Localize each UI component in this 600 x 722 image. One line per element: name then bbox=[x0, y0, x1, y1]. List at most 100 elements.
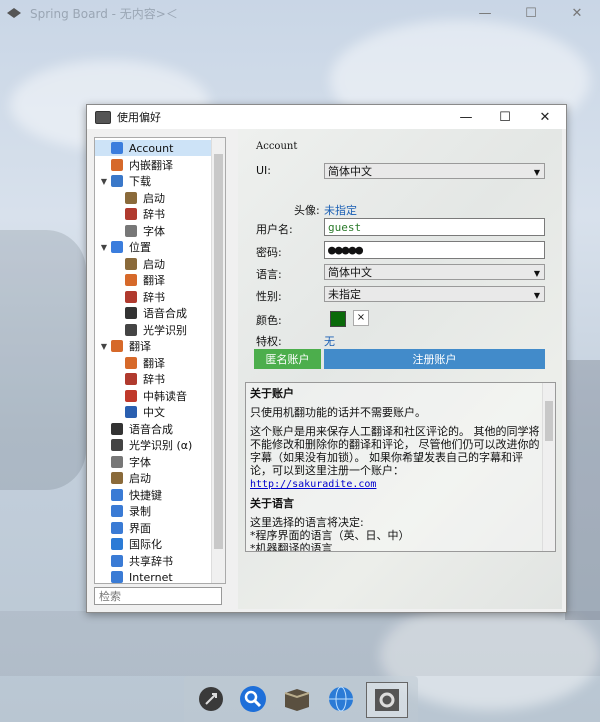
color-swatch[interactable] bbox=[330, 311, 346, 327]
tree-item[interactable]: 辞书 bbox=[95, 206, 211, 222]
tree-item-label: 共享辞书 bbox=[129, 554, 173, 568]
dictionary-icon bbox=[125, 373, 137, 385]
close-button[interactable]: ✕ bbox=[554, 0, 600, 26]
tree-item[interactable]: 光学识别 bbox=[95, 322, 211, 338]
tree-item-label: 字体 bbox=[143, 224, 165, 238]
tree-item[interactable]: 启动 bbox=[95, 256, 211, 272]
dictionary-icon bbox=[125, 290, 137, 303]
tree-item[interactable]: 辞书 bbox=[95, 289, 211, 305]
dialog-close-button[interactable]: ✕ bbox=[525, 105, 565, 129]
color-label: 颜色: bbox=[256, 314, 282, 327]
language-bullet-ui: *程序界面的语言（英、日、中） bbox=[250, 529, 410, 542]
password-field[interactable]: ●●●●● bbox=[324, 241, 545, 259]
settings-icon[interactable] bbox=[366, 682, 408, 718]
dock-bar bbox=[184, 676, 418, 722]
tree-item-label: 辞书 bbox=[143, 208, 165, 221]
speaker-icon bbox=[125, 307, 137, 319]
language-select[interactable]: 简体中文 ▼ bbox=[324, 264, 545, 280]
tree-item[interactable]: 语音合成 bbox=[95, 421, 211, 437]
tree-item[interactable]: 中韩读音 bbox=[95, 388, 211, 404]
dialog-title-bar: 使用偏好 — ☐ ✕ bbox=[87, 105, 566, 129]
tree-item[interactable]: 启动 bbox=[95, 470, 211, 486]
tree-item-label: 语音合成 bbox=[143, 307, 187, 320]
tree-item[interactable]: ▼ 下载 bbox=[95, 173, 211, 189]
tree-item[interactable]: 内嵌翻译 bbox=[95, 157, 211, 173]
internet-icon bbox=[111, 571, 123, 583]
help-scroll-thumb[interactable] bbox=[545, 401, 553, 441]
globe-icon[interactable] bbox=[324, 682, 358, 716]
language-heading: 关于语言 bbox=[250, 497, 294, 510]
dialog-title: 使用偏好 bbox=[117, 111, 161, 124]
tree-item[interactable]: Internet bbox=[95, 569, 211, 583]
username-label: 用户名: bbox=[256, 223, 293, 236]
language-bullet-mt: *机器翻译的语言 bbox=[250, 542, 333, 552]
tree-item[interactable]: 快捷键 bbox=[95, 487, 211, 503]
help-scrollbar[interactable] bbox=[542, 383, 555, 551]
tree-item-label: 内嵌翻译 bbox=[129, 158, 173, 172]
tree-item-label: 启动 bbox=[143, 191, 165, 205]
clear-color-button[interactable]: × bbox=[353, 310, 369, 326]
tree-item[interactable]: 启动 bbox=[95, 190, 211, 206]
tree-search-input[interactable] bbox=[94, 587, 222, 605]
dialog-minimize-button[interactable]: — bbox=[446, 105, 486, 129]
tree-item-label: 翻译 bbox=[143, 274, 165, 287]
tree-item[interactable]: 翻译 bbox=[95, 355, 211, 371]
tree-item[interactable]: ▼ 位置 bbox=[95, 239, 211, 255]
camera-icon bbox=[111, 439, 123, 451]
chevron-down-icon[interactable]: ▼ bbox=[99, 342, 109, 351]
tree-item-label: 字体 bbox=[129, 455, 151, 469]
avatar-label: 头像: bbox=[294, 204, 320, 217]
tree-scroll-thumb[interactable] bbox=[214, 154, 223, 549]
ui-label: UI: bbox=[256, 164, 272, 177]
ui-language-value: 简体中文 bbox=[328, 165, 372, 178]
section-title: Account bbox=[256, 141, 298, 152]
camera-icon bbox=[125, 323, 137, 336]
globe-icon bbox=[111, 538, 123, 550]
translate-icon bbox=[111, 158, 123, 171]
dictionary-icon bbox=[125, 208, 137, 220]
avatar-link[interactable]: 未指定 bbox=[324, 202, 357, 218]
rocket-icon[interactable] bbox=[194, 682, 228, 716]
help-text-box[interactable]: 关于账户 只使用机翻功能的话并不需要账户。 这个账户是用来保存人工翻译和社区评论… bbox=[245, 382, 556, 552]
username-field[interactable]: guest bbox=[324, 218, 545, 236]
language-value: 简体中文 bbox=[328, 266, 372, 279]
tree-item[interactable]: 光学识别 (α) bbox=[95, 437, 211, 453]
register-account-button[interactable]: 注册账户 bbox=[324, 349, 545, 369]
font-icon bbox=[125, 224, 137, 237]
ui-language-select[interactable]: 简体中文 ▼ bbox=[324, 163, 545, 179]
book-icon[interactable] bbox=[280, 682, 314, 716]
dialog-maximize-button[interactable]: ☐ bbox=[485, 105, 525, 129]
tree-item[interactable]: 界面 bbox=[95, 520, 211, 536]
search-icon[interactable] bbox=[236, 682, 270, 716]
tree-item[interactable]: 国际化 bbox=[95, 536, 211, 552]
register-link[interactable]: http://sakuradite.com bbox=[250, 479, 376, 490]
chevron-down-icon[interactable]: ▼ bbox=[99, 177, 109, 186]
tree-item-label: 录制 bbox=[129, 505, 151, 518]
app-title-bar: Spring Board - 无内容>＜ — ☐ ✕ bbox=[0, 0, 600, 26]
tree-item[interactable]: 中文 bbox=[95, 404, 211, 420]
tree-item[interactable]: Account bbox=[95, 140, 211, 156]
chevron-down-icon[interactable]: ▼ bbox=[99, 243, 109, 252]
tree-item-label: 中韩读音 bbox=[143, 389, 187, 403]
gender-select[interactable]: 未指定 ▼ bbox=[324, 286, 545, 302]
settings-tree[interactable]: Internet 共享辞书 国际化 界面 录制 快捷键 启动 字体 光学识别 (α) 语音合成 中文… bbox=[94, 137, 226, 584]
minimize-button[interactable]: — bbox=[462, 0, 508, 26]
tree-item[interactable]: 字体 bbox=[95, 223, 211, 239]
tree-item-label: 光学识别 bbox=[143, 323, 187, 337]
user-icon bbox=[111, 142, 123, 154]
tree-item[interactable]: 翻译 bbox=[95, 272, 211, 288]
tree-item[interactable]: ▼ 翻译 bbox=[95, 338, 211, 354]
maximize-button[interactable]: ☐ bbox=[508, 0, 554, 26]
tree-item[interactable]: 辞书 bbox=[95, 371, 211, 387]
tree-item[interactable]: 共享辞书 bbox=[95, 553, 211, 569]
tree-item[interactable]: 字体 bbox=[95, 454, 211, 470]
tree-item[interactable]: 语音合成 bbox=[95, 305, 211, 321]
chevron-down-icon: ▼ bbox=[533, 269, 540, 278]
tree-item-label: 启动 bbox=[129, 472, 151, 485]
tree-item[interactable]: 录制 bbox=[95, 503, 211, 519]
preferences-icon bbox=[95, 110, 111, 124]
keyboard-icon bbox=[111, 488, 123, 501]
account-description: 这个账户是用来保存人工翻译和社区评论的。 其他的同学将不能修改和删除你的翻译和评… bbox=[250, 425, 540, 477]
anonymous-account-button[interactable]: 匿名账户 bbox=[254, 349, 321, 369]
tree-scrollbar[interactable] bbox=[211, 138, 225, 583]
